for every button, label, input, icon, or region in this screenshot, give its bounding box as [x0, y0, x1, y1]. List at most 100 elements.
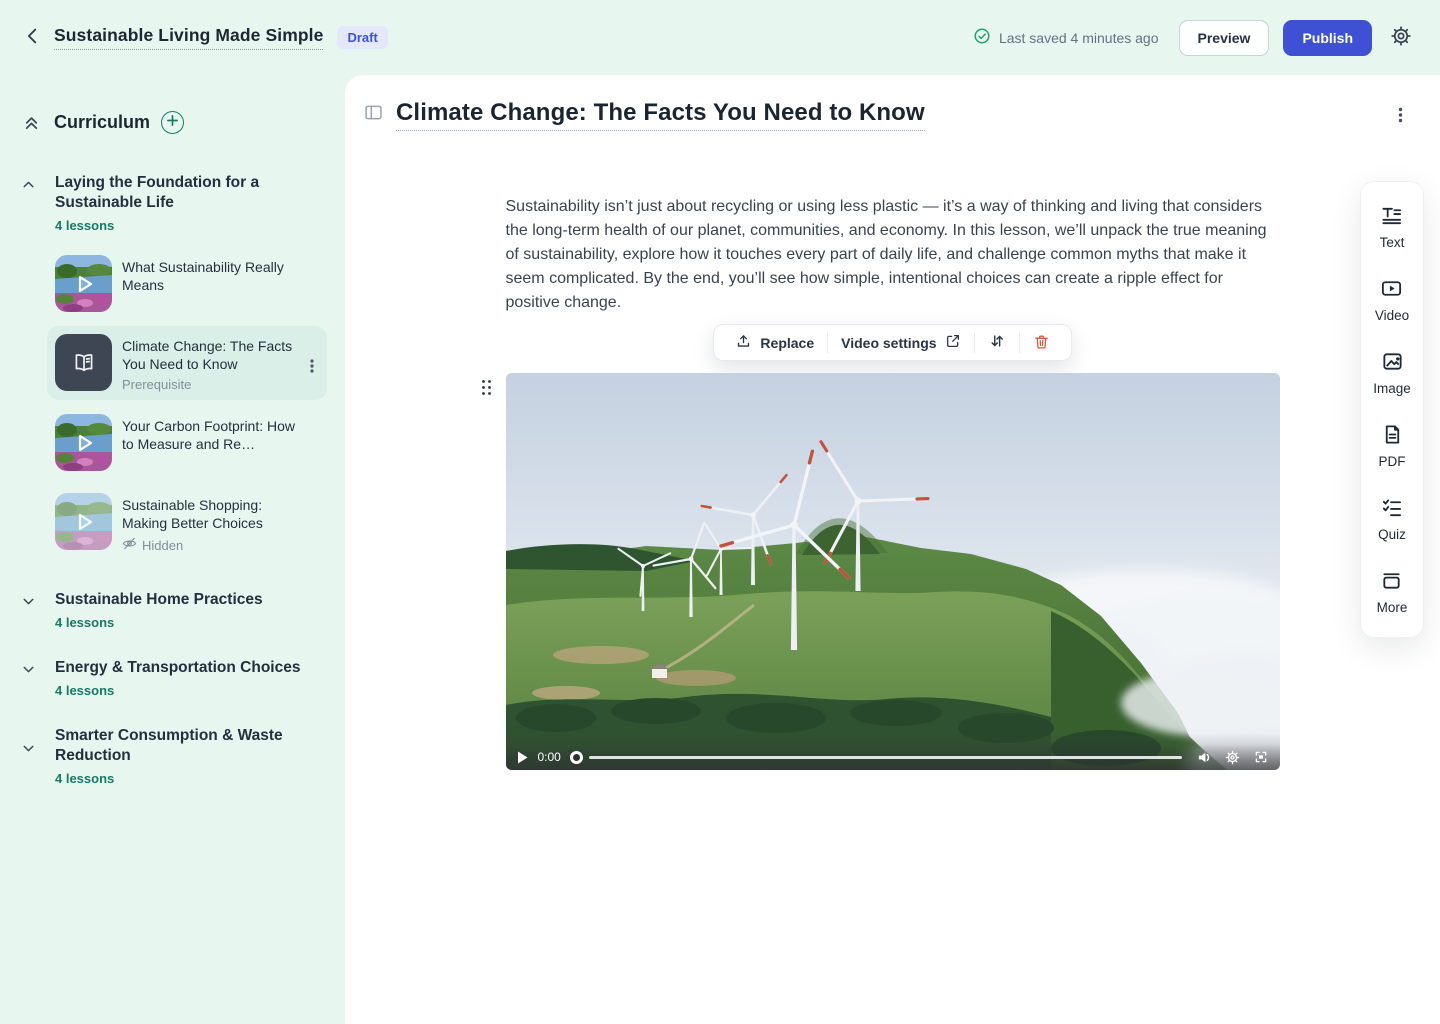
video-block: 0:00	[506, 373, 1280, 770]
lesson-title: Your Carbon Footprint: How to Measure an…	[122, 417, 302, 453]
wind-farm-video-still	[506, 373, 1280, 770]
section-header[interactable]: Laying the Foundation for a Sustainable …	[20, 173, 327, 233]
curriculum-header: Curriculum	[20, 109, 327, 135]
lesson-body: Sustainability isn’t just about recyclin…	[506, 195, 1280, 770]
lesson-kebab-menu[interactable]	[1391, 104, 1410, 126]
lesson-title: Sustainable Shopping: Making Better Choi…	[122, 496, 302, 532]
section-header[interactable]: Sustainable Home Practices 4 lessons	[20, 590, 327, 630]
lesson-badge: Prerequisite	[122, 377, 294, 392]
video-thumbnail	[55, 414, 112, 471]
delete-block-button[interactable]	[1020, 333, 1063, 353]
topbar: Sustainable Living Made Simple Draft Las…	[0, 0, 1440, 75]
lesson-count: 4 lessons	[55, 771, 310, 786]
video-block-icon	[1380, 277, 1403, 303]
play-overlay-icon	[55, 493, 112, 550]
video-block-toolbar: Replace Video settings	[713, 324, 1071, 361]
lesson-header: Climate Change: The Facts You Need to Kn…	[345, 75, 1440, 131]
video-player[interactable]: 0:00	[506, 373, 1280, 770]
quiz-block-icon	[1380, 496, 1403, 522]
section-title: Laying the Foundation for a Sustainable …	[55, 173, 310, 213]
upload-icon	[735, 333, 752, 353]
check-circle-icon	[973, 27, 991, 48]
section-header[interactable]: Energy & Transportation Choices 4 lesson…	[20, 658, 327, 698]
player-settings-button[interactable]	[1225, 750, 1240, 765]
save-status: Last saved 4 minutes ago	[973, 27, 1159, 48]
add-section-button[interactable]	[161, 111, 184, 134]
play-button[interactable]	[517, 751, 528, 764]
lesson-kebab-menu[interactable]	[305, 358, 319, 379]
lesson-page-title[interactable]: Climate Change: The Facts You Need to Kn…	[396, 99, 925, 131]
add-text-block-button[interactable]: Text	[1380, 204, 1405, 250]
lesson-title: What Sustainability Really Means	[122, 258, 302, 294]
settings-button[interactable]	[1388, 23, 1414, 52]
lesson-count: 4 lessons	[55, 218, 310, 233]
lesson-list: What Sustainability Really Means	[47, 247, 327, 562]
plus-icon	[166, 114, 179, 130]
back-button[interactable]	[20, 23, 46, 52]
last-saved-text: Last saved 4 minutes ago	[999, 30, 1159, 46]
lesson-title: Climate Change: The Facts You Need to Kn…	[122, 337, 294, 373]
fullscreen-button[interactable]	[1253, 749, 1269, 765]
video-thumbnail	[55, 493, 112, 550]
section-header[interactable]: Smarter Consumption & Waste Reduction 4 …	[20, 726, 327, 786]
reorder-block-button[interactable]	[975, 332, 1019, 353]
section-home-practices: Sustainable Home Practices 4 lessons	[20, 590, 327, 630]
chevron-up-icon[interactable]	[20, 173, 55, 233]
chevron-down-icon[interactable]	[20, 658, 55, 698]
eye-off-icon	[122, 536, 137, 554]
publish-button[interactable]: Publish	[1283, 20, 1372, 56]
lesson-hidden-badge: Hidden	[122, 536, 302, 554]
section-title: Smarter Consumption & Waste Reduction	[55, 726, 310, 766]
panel-toggle-icon[interactable]	[363, 102, 384, 128]
trash-icon	[1033, 333, 1050, 353]
open-book-icon	[71, 350, 97, 376]
video-thumbnail	[55, 255, 112, 312]
add-image-block-button[interactable]: Image	[1373, 350, 1411, 396]
collapse-all-button[interactable]	[20, 109, 43, 135]
block-palette: Text Video Image PDF Quiz	[1360, 181, 1424, 638]
chevron-down-icon[interactable]	[20, 590, 55, 630]
status-badge: Draft	[337, 26, 387, 49]
progress-bar[interactable]	[589, 756, 1182, 759]
section-energy-transportation: Energy & Transportation Choices 4 lesson…	[20, 658, 327, 698]
section-title: Sustainable Home Practices	[55, 590, 263, 610]
curriculum-title: Curriculum	[54, 112, 150, 133]
lesson-item-what-sustainability[interactable]: What Sustainability Really Means	[47, 247, 327, 320]
section-smarter-consumption: Smarter Consumption & Waste Reduction 4 …	[20, 726, 327, 786]
external-link-icon	[945, 333, 961, 352]
course-editor: Sustainable Living Made Simple Draft Las…	[0, 0, 1440, 1024]
image-block-icon	[1381, 350, 1404, 376]
add-video-block-button[interactable]: Video	[1375, 277, 1409, 323]
add-more-block-button[interactable]: More	[1377, 569, 1408, 615]
collapse-all-icon	[22, 111, 41, 133]
drag-handle-icon[interactable]	[481, 379, 492, 401]
lesson-item-carbon-footprint[interactable]: Your Carbon Footprint: How to Measure an…	[47, 406, 327, 479]
play-overlay-icon	[55, 414, 112, 471]
play-overlay-icon	[55, 255, 112, 312]
lesson-intro-paragraph[interactable]: Sustainability isn’t just about recyclin…	[506, 195, 1280, 315]
section-foundation: Laying the Foundation for a Sustainable …	[20, 173, 327, 562]
add-pdf-block-button[interactable]: PDF	[1379, 423, 1406, 469]
reading-thumbnail	[55, 334, 112, 391]
preview-button[interactable]: Preview	[1179, 20, 1270, 56]
video-timestamp: 0:00	[538, 750, 561, 764]
section-title: Energy & Transportation Choices	[55, 658, 300, 678]
lesson-item-climate-change[interactable]: Climate Change: The Facts You Need to Kn…	[47, 326, 327, 400]
course-title[interactable]: Sustainable Living Made Simple	[54, 25, 323, 50]
add-quiz-block-button[interactable]: Quiz	[1378, 496, 1406, 542]
lesson-item-sustainable-shopping[interactable]: Sustainable Shopping: Making Better Choi…	[47, 485, 327, 562]
lesson-count: 4 lessons	[55, 683, 300, 698]
reorder-arrows-icon	[988, 332, 1006, 353]
pdf-block-icon	[1381, 423, 1404, 449]
curriculum-sidebar: Curriculum Laying the Foundation for a S…	[0, 75, 345, 1024]
replace-button[interactable]: Replace	[722, 333, 827, 353]
lesson-count: 4 lessons	[55, 615, 263, 630]
lesson-editor-panel: Climate Change: The Facts You Need to Kn…	[345, 75, 1440, 1024]
volume-button[interactable]	[1196, 750, 1212, 765]
video-settings-button[interactable]: Video settings	[828, 333, 973, 352]
chevron-down-icon[interactable]	[20, 726, 55, 786]
scrubber-handle[interactable]	[570, 751, 583, 764]
gear-icon	[1390, 25, 1412, 50]
more-block-icon	[1380, 569, 1403, 595]
back-chevron-icon	[22, 25, 44, 50]
